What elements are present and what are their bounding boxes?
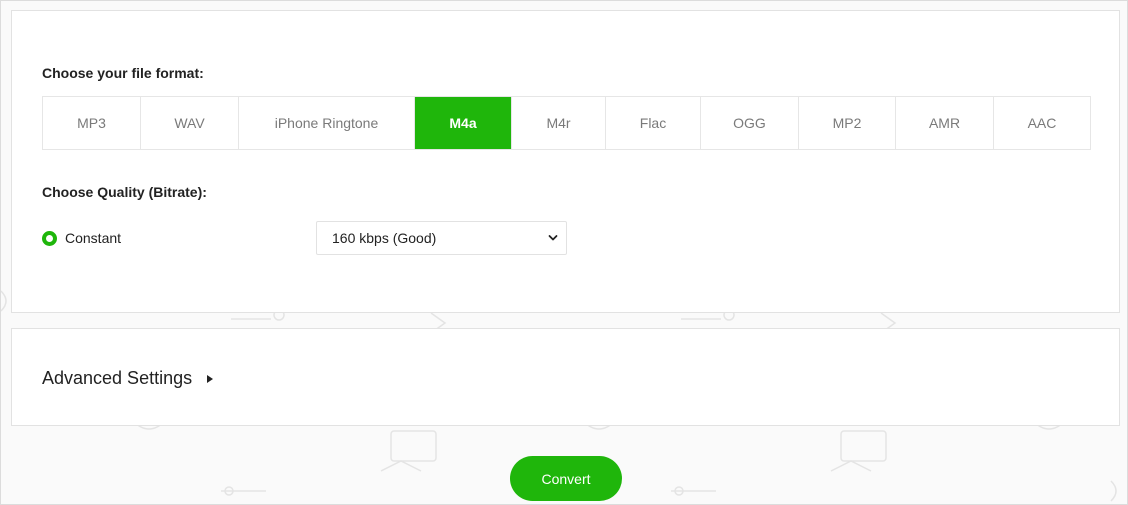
format-option-m4r[interactable]: M4r	[512, 97, 606, 149]
convert-button[interactable]: Convert	[510, 456, 622, 501]
format-option-m4a[interactable]: M4a	[415, 97, 512, 149]
format-selector: MP3 WAV iPhone Ringtone M4a M4r Flac OGG…	[42, 96, 1091, 150]
format-option-ogg[interactable]: OGG	[701, 97, 799, 149]
radio-selected-icon[interactable]	[42, 230, 57, 246]
caret-right-icon[interactable]	[207, 375, 213, 383]
bitrate-select-value: 160 kbps (Good)	[332, 230, 437, 246]
quality-section-label: Choose Quality (Bitrate):	[42, 184, 207, 200]
advanced-settings-title[interactable]: Advanced Settings	[42, 368, 192, 389]
bitrate-mode-constant[interactable]: Constant	[42, 228, 121, 248]
bitrate-select[interactable]: 160 kbps (Good)	[316, 221, 567, 255]
format-option-aac[interactable]: AAC	[994, 97, 1090, 149]
format-option-amr[interactable]: AMR	[896, 97, 994, 149]
format-option-wav[interactable]: WAV	[141, 97, 239, 149]
chevron-down-icon	[548, 235, 558, 241]
bitrate-mode-label: Constant	[65, 230, 122, 246]
format-card: Choose your file format: MP3 WAV iPhone …	[11, 10, 1120, 313]
format-option-flac[interactable]: Flac	[606, 97, 701, 149]
advanced-settings-card[interactable]: Advanced Settings	[11, 328, 1120, 426]
converter-panel: Choose your file format: MP3 WAV iPhone …	[0, 0, 1128, 505]
format-section-label: Choose your file format:	[42, 65, 204, 81]
format-option-mp2[interactable]: MP2	[799, 97, 896, 149]
format-option-iphone-ringtone[interactable]: iPhone Ringtone	[239, 97, 415, 149]
format-option-mp3[interactable]: MP3	[43, 97, 141, 149]
